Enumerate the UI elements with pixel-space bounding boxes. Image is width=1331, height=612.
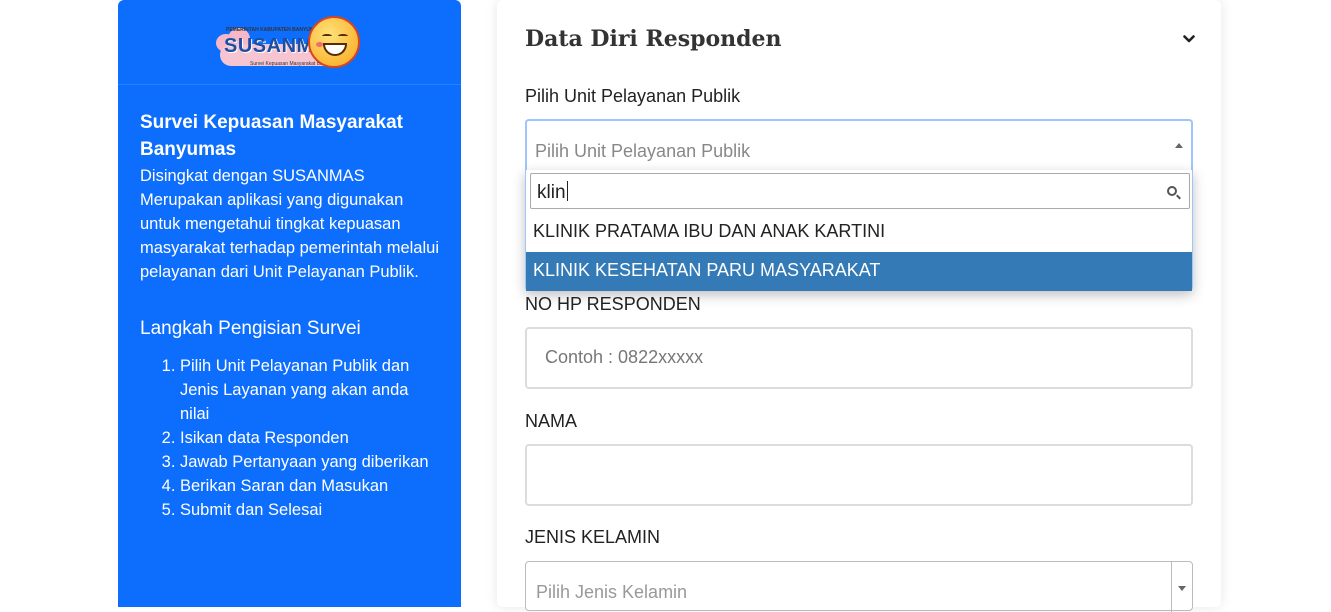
sidebar-header: PEMERINTAH KABUPATEN BANYUMAS SUSANMAS S…: [118, 0, 461, 85]
gender-placeholder: Pilih Jenis Kelamin: [536, 582, 688, 602]
chevron-down-icon[interactable]: [1183, 33, 1195, 45]
search-icon: [1167, 186, 1177, 196]
phone-label: NO HP RESPONDEN: [525, 294, 701, 314]
step-item: Isikan data Responden: [180, 426, 439, 450]
sidebar-description: Disingkat dengan SUSANMAS Merupakan apli…: [140, 167, 439, 281]
susanmas-logo: PEMERINTAH KABUPATEN BANYUMAS SUSANMAS S…: [216, 14, 364, 72]
step-item: Jawab Pertanyaan yang diberikan: [180, 450, 439, 474]
card-title: Data Diri Responden: [525, 26, 782, 52]
unit-option-highlighted[interactable]: KLINIK KESEHATAN PARU MASYARAKAT: [526, 252, 1192, 291]
logo-topline: PEMERINTAH KABUPATEN BANYUMAS: [226, 27, 321, 33]
gender-select[interactable]: Pilih Jenis Kelamin: [525, 561, 1193, 612]
unit-search-input[interactable]: klin: [530, 173, 1190, 209]
sidebar: PEMERINTAH KABUPATEN BANYUMAS SUSANMAS S…: [118, 0, 461, 607]
unit-label: Pilih Unit Pelayanan Publik: [525, 86, 741, 106]
unit-dropdown: klin KLINIK PRATAMA IBU DAN ANAK KARTINI…: [525, 170, 1193, 291]
name-label: NAMA: [525, 411, 578, 431]
caret-down-icon: [1178, 586, 1186, 591]
name-input[interactable]: [525, 444, 1193, 506]
respondent-card: Data Diri Responden Pilih Unit Pelayanan…: [497, 0, 1221, 612]
step-item: Submit dan Selesai: [180, 498, 439, 522]
step-item: Berikan Saran dan Masukan: [180, 474, 439, 498]
steps-title: Langkah Pengisian Survei: [140, 318, 361, 339]
phone-placeholder: Contoh : 0822xxxxx: [545, 347, 704, 367]
smiley-icon: [308, 16, 360, 68]
search-value: klin: [537, 182, 566, 203]
phone-input[interactable]: Contoh : 0822xxxxx: [525, 327, 1193, 389]
caret-up-icon: [1175, 143, 1183, 148]
unit-placeholder: Pilih Unit Pelayanan Publik: [535, 141, 751, 161]
step-item: Pilih Unit Pelayanan Publik dan Jenis La…: [180, 354, 439, 426]
gender-label: JENIS KELAMIN: [525, 527, 661, 547]
steps-list: Pilih Unit Pelayanan Publik dan Jenis La…: [140, 354, 439, 522]
unit-option[interactable]: KLINIK PRATAMA IBU DAN ANAK KARTINI: [526, 213, 1192, 252]
sidebar-title: Survei Kepuasan Masyarakat Banyumas: [140, 112, 403, 160]
